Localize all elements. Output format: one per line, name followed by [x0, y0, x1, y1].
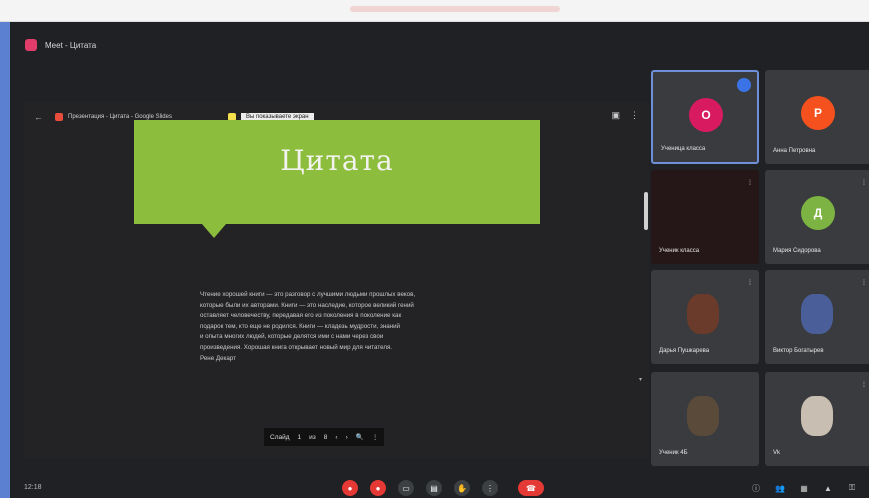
avatar: О	[689, 98, 723, 132]
participant-name: Vk	[773, 450, 781, 456]
app-titlebar: Meet - Цитата	[10, 34, 869, 56]
page-current[interactable]: 1	[298, 434, 302, 441]
participant-name: Виктор Богатырев	[773, 348, 824, 354]
presentation-stage: ← Презентация - Цитата - Google Slides В…	[24, 102, 649, 458]
body-line: Чтение хорошей книги — это разговор с лу…	[200, 291, 416, 298]
activities-icon[interactable]: ▲	[820, 480, 836, 496]
app-logo-icon	[25, 39, 37, 51]
body-line: оставляет человечеству, передавая его из…	[200, 312, 402, 320]
zoom-icon[interactable]: 🔍	[356, 433, 364, 441]
raise-hand-icon[interactable]: ✋	[454, 480, 470, 496]
more-vert-icon[interactable]: ⋮	[630, 110, 639, 121]
participant-tile[interactable]: ⁞ Дарья Пушкарева	[651, 270, 759, 364]
body-line: подарок тем, кто еще не родился. Книги —…	[200, 322, 401, 330]
next-page-icon[interactable]: ›	[346, 434, 348, 441]
participant-photo	[687, 294, 719, 334]
participant-name: Мария Сидорова	[773, 248, 821, 254]
mic-muted-icon: ⁞	[749, 280, 751, 287]
participant-photo	[801, 396, 833, 436]
captions-icon[interactable]: ▭	[398, 480, 414, 496]
info-icon[interactable]: ⓘ	[748, 480, 764, 496]
speech-bubble-tail	[202, 224, 226, 238]
participant-name: Анна Петровна	[773, 148, 816, 154]
slides-tab-icon	[55, 113, 63, 121]
participant-tile[interactable]: ⁞ Виктор Богатырев	[765, 270, 869, 364]
meet-app-window: Meet - Цитата ← Презентация - Цитата - G…	[10, 22, 869, 498]
page-label: Слайд	[270, 433, 290, 441]
mic-muted-icon: ⁞	[863, 382, 865, 389]
participant-name: Ученик класса	[659, 248, 700, 254]
participant-tile[interactable]: ⁞ Vk	[765, 372, 869, 466]
page-total: 8	[323, 433, 328, 441]
mic-off-icon[interactable]: ●	[342, 480, 358, 496]
end-call-icon[interactable]: ☎	[518, 480, 544, 496]
scroll-down-icon[interactable]: ▾	[639, 376, 642, 383]
present-icon[interactable]: ▤	[426, 480, 442, 496]
fullscreen-icon[interactable]: ▣	[611, 110, 620, 121]
mic-muted-icon: ⁞	[749, 180, 751, 187]
body-line: и опыта многих людей, которые делятся им…	[200, 333, 384, 341]
participant-tile[interactable]: Р Анна Петровна	[765, 70, 869, 164]
participant-name: Ученик 4Б	[659, 450, 688, 456]
slide-title: Цитата	[280, 144, 394, 177]
chat-icon[interactable]: ▦	[796, 480, 812, 496]
participant-tile[interactable]: ⁞ Ученик класса	[651, 170, 759, 264]
participant-tile[interactable]: ⁞ Д Мария Сидорова	[765, 170, 869, 264]
window-title: Meet - Цитата	[45, 40, 97, 50]
camera-off-icon[interactable]: ●	[370, 480, 386, 496]
browser-top-strip	[0, 0, 869, 22]
body-line: произведения. Хорошая книга открывает но…	[200, 343, 393, 351]
people-icon[interactable]: 👥	[772, 480, 788, 496]
stage-scrollbar[interactable]	[644, 192, 648, 230]
lock-icon[interactable]: ⚿	[844, 480, 860, 496]
avatar: Д	[801, 196, 835, 230]
slide-title-box: Цитата	[134, 120, 540, 224]
desktop-left-edge	[0, 22, 10, 498]
participant-tile[interactable]: Ученик 4Б	[651, 372, 759, 466]
slide-page-bar: Слайд 1 из 8 ‹ › 🔍 ⋮	[264, 428, 385, 446]
participant-tile[interactable]: О Ученица класса	[651, 70, 759, 164]
mic-muted-icon: ⁞	[863, 280, 865, 287]
more-icon[interactable]: ⋮	[482, 480, 498, 496]
participant-name: Дарья Пушкарева	[659, 348, 710, 354]
avatar: Р	[801, 96, 835, 130]
participant-photo	[801, 294, 833, 334]
participant-name: Ученица класса	[661, 146, 706, 152]
mic-muted-icon: ⁞	[863, 180, 865, 187]
slide-body-text: Чтение хорошей книги — это разговор с лу…	[200, 290, 510, 364]
prev-page-icon[interactable]: ‹	[335, 434, 337, 441]
page-more-icon[interactable]: ⋮	[372, 433, 379, 441]
participant-photo	[687, 396, 719, 436]
back-arrow-icon[interactable]: ←	[34, 112, 43, 122]
meeting-time: 12:18	[24, 484, 42, 491]
top-strip-mark	[350, 6, 560, 12]
speaking-badge-icon	[737, 78, 751, 92]
page-of: из	[309, 433, 316, 441]
call-controls-bar: 12:18 ● ● ▭ ▤ ✋ ⋮ ☎ ⓘ 👥 ▦ ▲ ⚿	[10, 474, 869, 498]
body-line: которые были их авторами. Книги — это на…	[200, 301, 414, 309]
stage-actions: ▣ ⋮	[611, 110, 639, 121]
body-line: Рене Декарт	[200, 354, 236, 362]
